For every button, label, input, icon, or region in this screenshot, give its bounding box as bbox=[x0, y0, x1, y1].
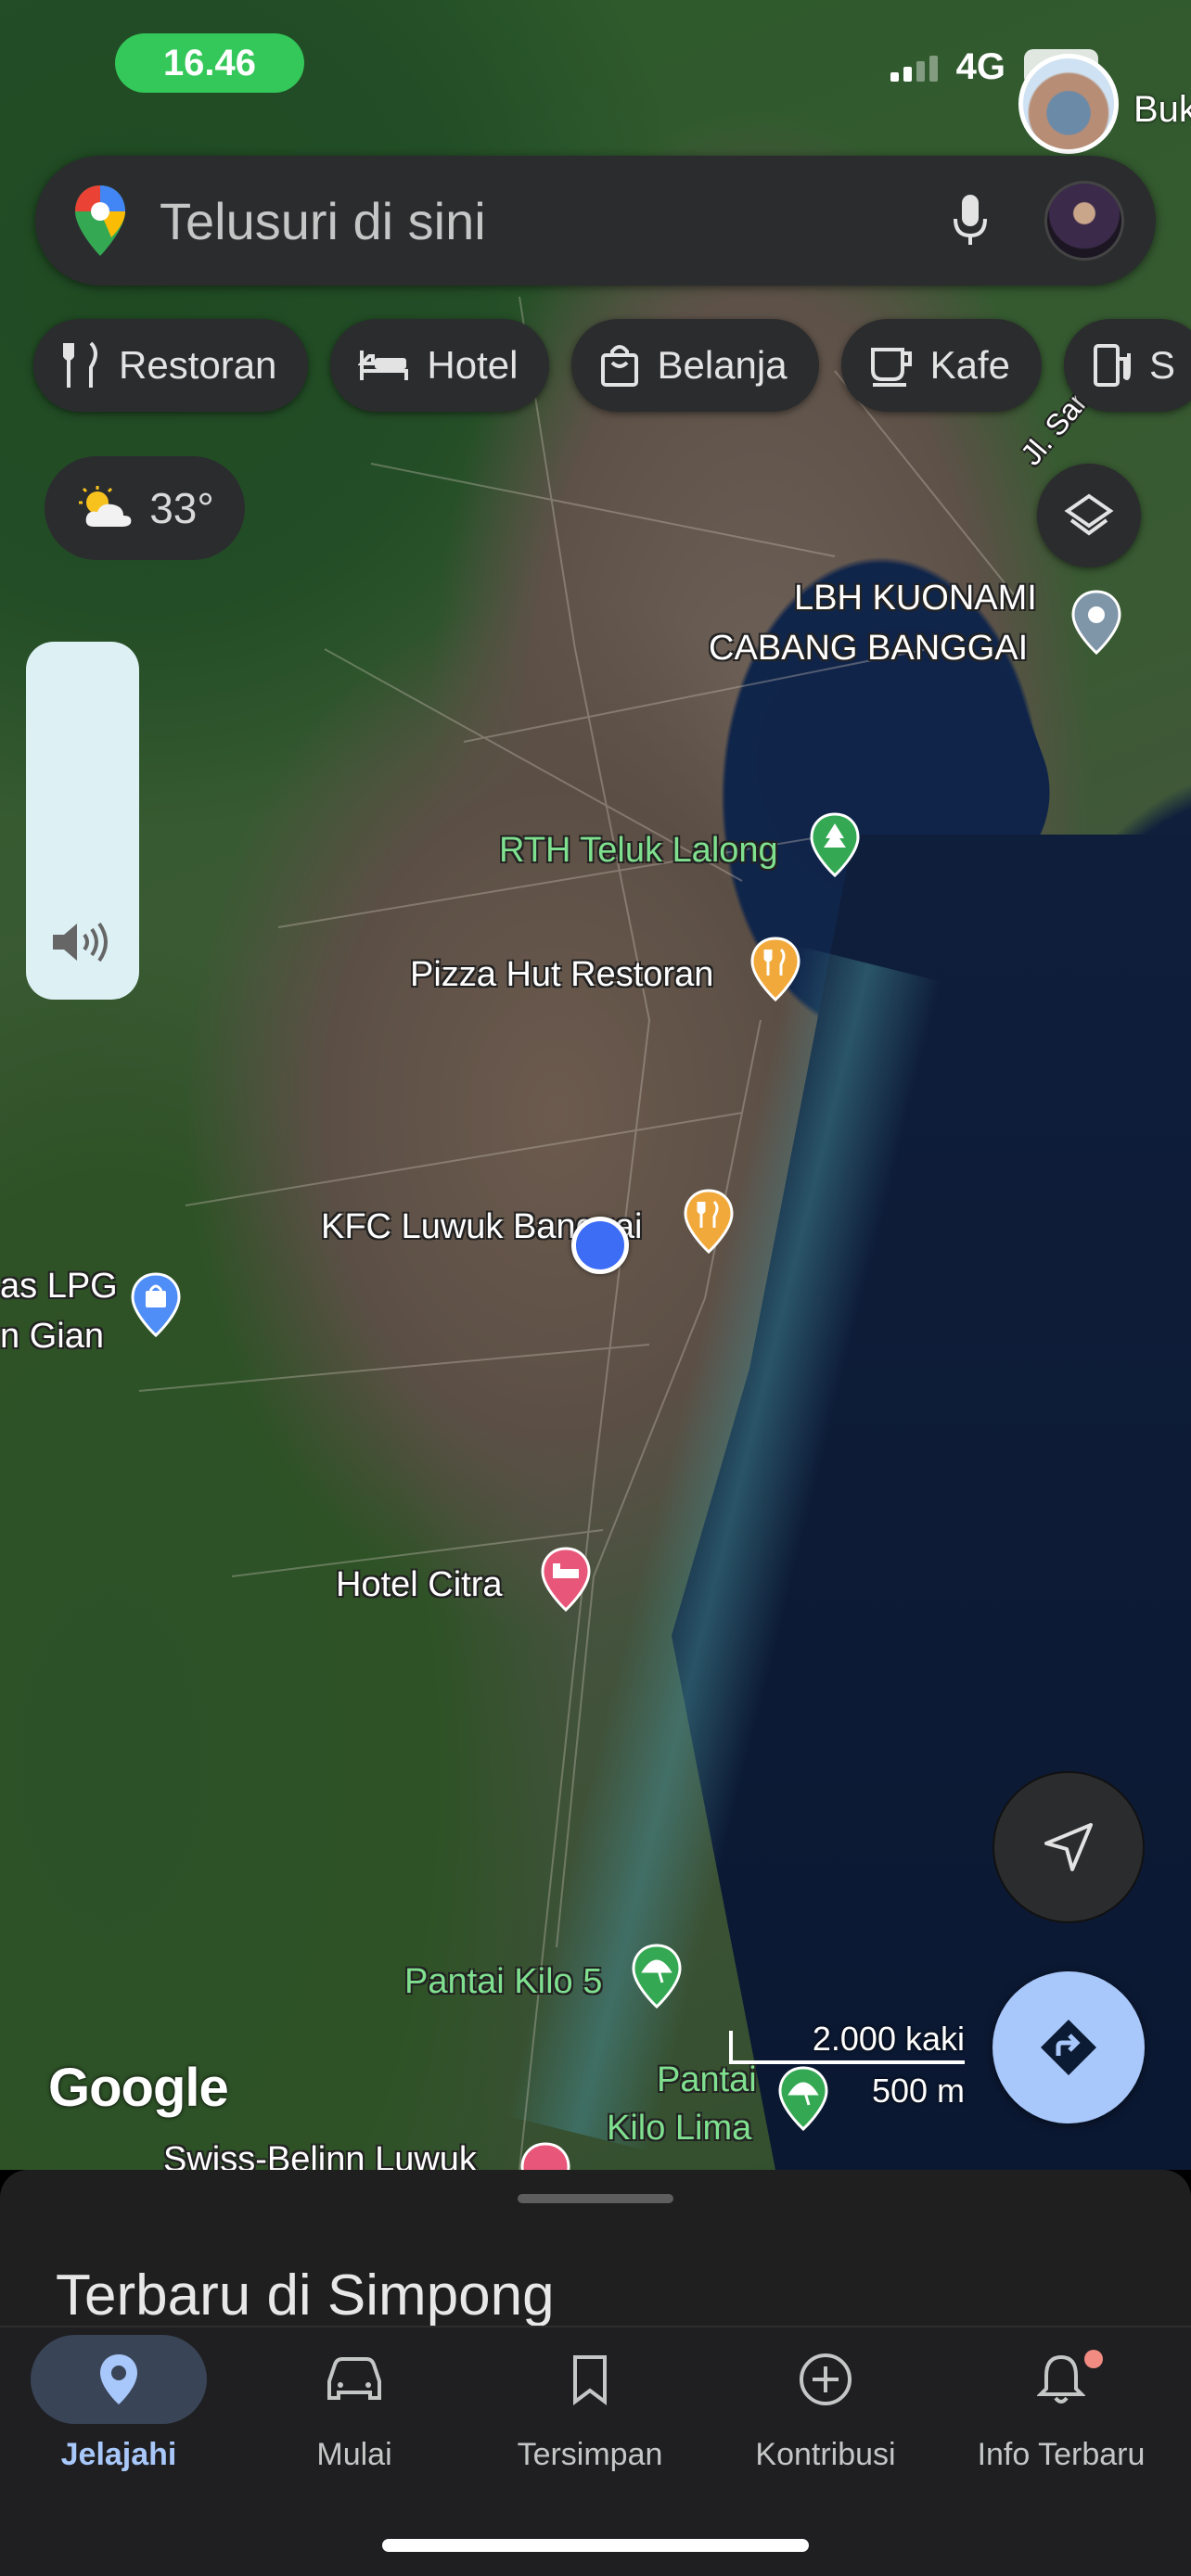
hotel-pin-icon[interactable] bbox=[519, 2142, 571, 2170]
bed-icon bbox=[358, 351, 409, 380]
chip-kafe[interactable]: Kafe bbox=[840, 319, 1042, 412]
swiss-belinn-label[interactable]: Swiss-Belinn Luwuk bbox=[163, 2140, 477, 2170]
gas-station-icon bbox=[1094, 344, 1131, 387]
lbh-pin-icon[interactable] bbox=[1070, 590, 1122, 655]
mic-icon[interactable] bbox=[952, 193, 989, 249]
bottom-sheet[interactable]: Terbaru di Simpong bbox=[0, 2170, 1191, 2337]
lbh-label-line1[interactable]: LBH KUONAMI bbox=[794, 579, 1037, 618]
volume-hud[interactable] bbox=[26, 642, 139, 1000]
search-input[interactable]: Telusuri di sini bbox=[160, 191, 952, 251]
add-circle-icon bbox=[800, 2353, 852, 2405]
nav-label: Info Terbaru bbox=[977, 2437, 1146, 2472]
nav-label: Kontribusi bbox=[755, 2437, 896, 2472]
top-right-place-label[interactable]: Buk bbox=[1133, 89, 1191, 131]
bookmark-icon bbox=[573, 2355, 607, 2405]
car-icon bbox=[327, 2357, 381, 2400]
fork-knife-icon bbox=[63, 341, 97, 388]
nav-label: Jelajahi bbox=[60, 2437, 177, 2472]
nav-label: Tersimpan bbox=[517, 2437, 663, 2472]
directions-icon bbox=[1041, 2020, 1096, 2075]
scale-metric: 500 m bbox=[871, 2072, 965, 2110]
current-location-dot[interactable] bbox=[571, 1217, 629, 1274]
nav-item-tersimpan[interactable]: Tersimpan bbox=[471, 2327, 709, 2513]
location-pin-icon bbox=[100, 2354, 137, 2404]
chip-label: Hotel bbox=[427, 343, 519, 387]
pantai-kilolima-label-line2[interactable]: Kilo Lima bbox=[607, 2109, 751, 2149]
notification-badge bbox=[1084, 2350, 1103, 2368]
signal-icon bbox=[890, 54, 938, 82]
nav-item-kontribusi[interactable]: Kontribusi bbox=[707, 2327, 944, 2513]
restaurant-pin-icon[interactable] bbox=[749, 937, 801, 1001]
nav-item-jelajahi[interactable]: Jelajahi bbox=[0, 2327, 237, 2513]
partly-cloudy-icon bbox=[79, 486, 132, 527]
speaker-icon bbox=[53, 922, 108, 963]
search-bar[interactable]: Telusuri di sini bbox=[35, 156, 1156, 286]
restaurant-pin-icon[interactable] bbox=[683, 1189, 735, 1254]
network-type: 4G bbox=[955, 46, 1005, 87]
nav-icon-container bbox=[31, 2335, 207, 2424]
beach-pin-icon[interactable] bbox=[777, 2066, 829, 2131]
chip-hotel[interactable]: Hotel bbox=[330, 319, 550, 412]
hotel-pin-icon[interactable] bbox=[540, 1547, 592, 1612]
navigation-arrow-icon bbox=[1044, 1823, 1093, 1871]
bell-icon bbox=[1037, 2354, 1085, 2404]
shopping-pin-icon[interactable] bbox=[130, 1272, 182, 1337]
layers-icon bbox=[1064, 493, 1114, 536]
nav-icon-container bbox=[973, 2335, 1149, 2424]
rth-label[interactable]: RTH Teluk Lalong bbox=[499, 831, 778, 871]
my-location-button[interactable] bbox=[992, 1771, 1145, 1923]
weather-chip[interactable]: 33° bbox=[45, 456, 245, 560]
google-logo: Google bbox=[48, 2058, 229, 2118]
lpg-label-line1[interactable]: as LPG bbox=[0, 1267, 118, 1307]
chip-restoran[interactable]: Restoran bbox=[33, 319, 309, 412]
chip-label: Belanja bbox=[657, 343, 788, 387]
place-thumbnail[interactable] bbox=[1018, 54, 1119, 154]
category-chips: Restoran Hotel Belanja Kafe S bbox=[33, 319, 1191, 412]
chip-belanja[interactable]: Belanja bbox=[571, 319, 819, 412]
nav-icon-container bbox=[502, 2335, 678, 2424]
coffee-cup-icon bbox=[870, 348, 912, 387]
scale-bar bbox=[729, 2031, 965, 2064]
layers-button[interactable] bbox=[1037, 464, 1141, 567]
lpg-label-line2[interactable]: n Gian bbox=[0, 1317, 104, 1357]
lbh-label-line2[interactable]: CABANG BANGGAI bbox=[709, 629, 1028, 669]
google-maps-pin-icon bbox=[75, 185, 125, 256]
sheet-drag-handle[interactable] bbox=[518, 2194, 673, 2203]
nav-item-mulai[interactable]: Mulai bbox=[236, 2327, 473, 2513]
temperature: 33° bbox=[149, 484, 214, 532]
beach-pin-icon[interactable] bbox=[631, 1944, 683, 2009]
pizza-hut-label[interactable]: Pizza Hut Restoran bbox=[410, 955, 713, 995]
shopping-bag-icon bbox=[601, 345, 639, 387]
pantai-kilolima-label-line1[interactable]: Pantai bbox=[657, 2060, 757, 2100]
sheet-title: Terbaru di Simpong bbox=[56, 2264, 555, 2327]
directions-button[interactable] bbox=[992, 1971, 1145, 2123]
pantai-kilo5-label[interactable]: Pantai Kilo 5 bbox=[404, 1962, 602, 2002]
chip-gas-station[interactable]: S bbox=[1064, 319, 1191, 412]
home-indicator[interactable] bbox=[382, 2539, 809, 2552]
scale-imperial: 2.000 kaki bbox=[812, 2020, 965, 2058]
chip-label: S bbox=[1149, 343, 1176, 387]
nav-item-info-terbaru[interactable]: Info Terbaru bbox=[942, 2327, 1180, 2513]
status-time: 16.46 bbox=[115, 33, 304, 93]
chip-label: Kafe bbox=[929, 343, 1010, 387]
hotel-citra-label[interactable]: Hotel Citra bbox=[336, 1565, 503, 1605]
park-pin-icon[interactable] bbox=[809, 812, 861, 877]
nav-icon-container bbox=[737, 2335, 914, 2424]
nav-label: Mulai bbox=[316, 2437, 392, 2472]
chip-label: Restoran bbox=[119, 343, 277, 387]
avatar[interactable] bbox=[1044, 181, 1124, 261]
nav-icon-container bbox=[266, 2335, 442, 2424]
